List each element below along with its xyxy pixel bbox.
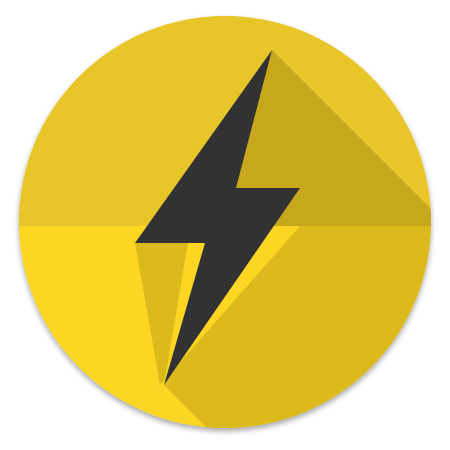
app-icon-canvas <box>0 0 450 450</box>
lightning-bolt-icon[interactable] <box>0 0 450 450</box>
